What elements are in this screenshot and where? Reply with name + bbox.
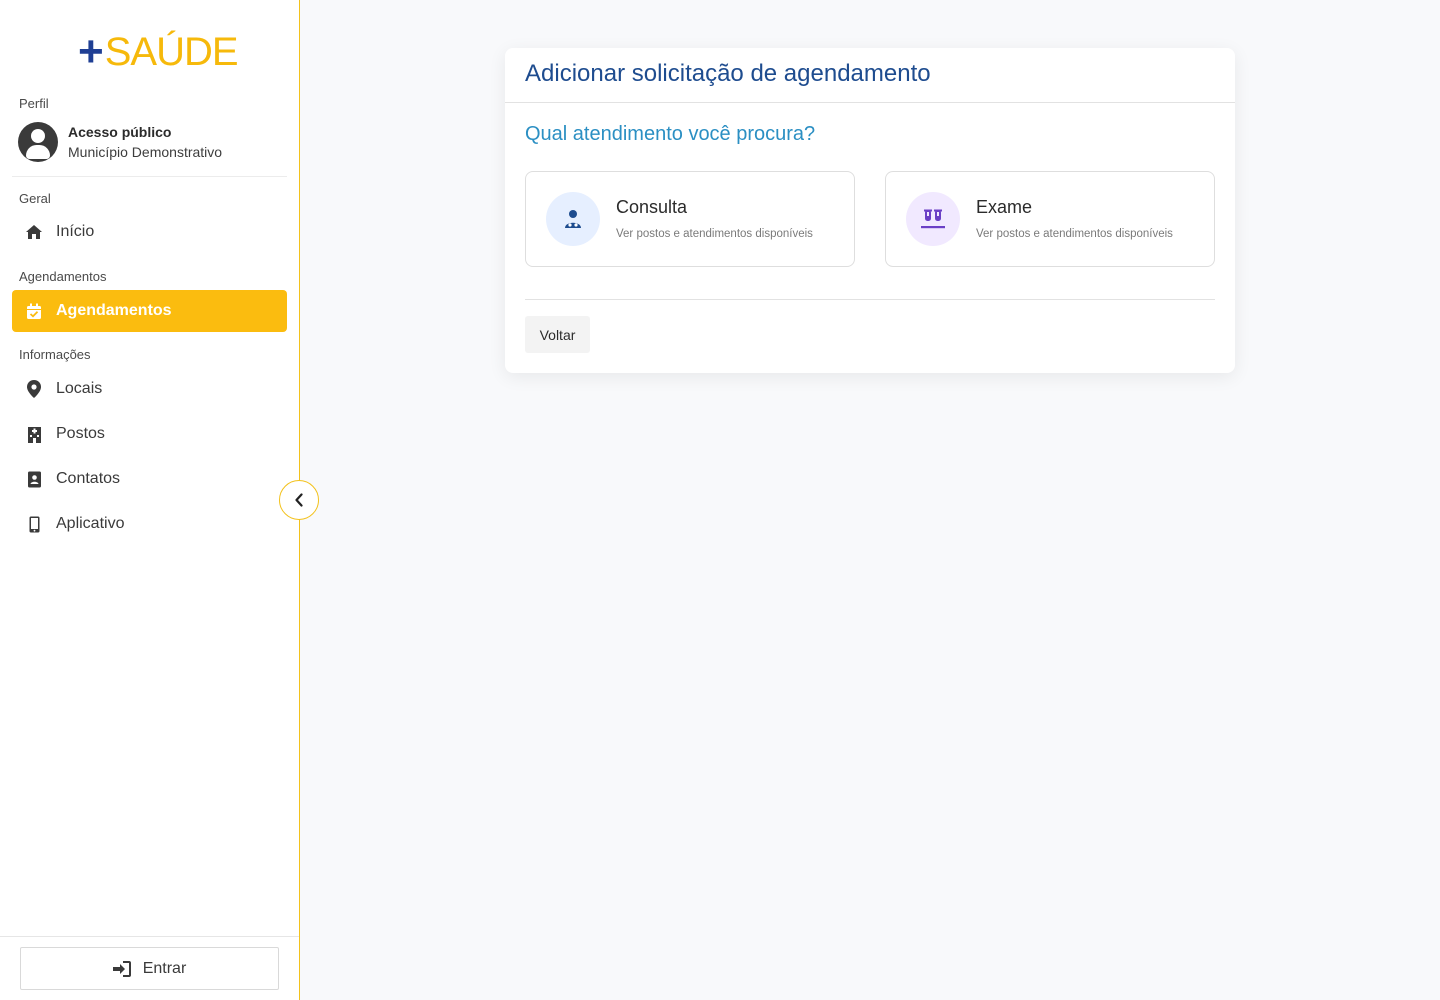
sidebar-item-label: Agendamentos bbox=[56, 302, 172, 319]
mobile-phone-icon bbox=[25, 515, 43, 533]
home-icon bbox=[25, 223, 43, 241]
schedule-request-card: Adicionar solicitação de agendamento Qua… bbox=[505, 48, 1235, 373]
sidebar-item-label: Contatos bbox=[56, 470, 121, 487]
sidebar-item-agendamentos[interactable]: Agendamentos bbox=[12, 290, 287, 332]
profile-name: Acesso público bbox=[68, 124, 172, 140]
sidebar: + SAÚDE Perfil Acesso público Município … bbox=[0, 0, 300, 1000]
back-button[interactable]: Voltar bbox=[525, 316, 590, 353]
collapse-sidebar-button[interactable] bbox=[279, 480, 319, 520]
sidebar-item-locais[interactable]: Locais bbox=[12, 368, 287, 410]
sidebar-item-contatos[interactable]: Contatos bbox=[12, 458, 287, 500]
title-divider bbox=[505, 102, 1235, 103]
sidebar-item-label: Postos bbox=[56, 425, 105, 442]
sidebar-footer-divider bbox=[0, 936, 299, 937]
hospital-building-icon bbox=[25, 425, 43, 443]
section-label-informacoes: Informações bbox=[19, 347, 91, 362]
chevron-left-icon bbox=[294, 493, 304, 507]
logo-text: SAÚDE bbox=[104, 30, 239, 74]
app-logo[interactable]: + SAÚDE bbox=[78, 26, 239, 76]
login-label: Entrar bbox=[142, 959, 187, 977]
footer-divider bbox=[525, 299, 1215, 300]
question-heading: Qual atendimento você procura? bbox=[525, 123, 816, 145]
calendar-check-icon bbox=[25, 302, 43, 320]
doctor-icon bbox=[564, 209, 582, 229]
avatar bbox=[18, 122, 58, 162]
sidebar-item-postos[interactable]: Postos bbox=[12, 413, 287, 455]
option-subtitle: Ver postos e atendimentos disponíveis bbox=[976, 228, 1173, 240]
page-title: Adicionar solicitação de agendamento bbox=[525, 60, 931, 87]
sidebar-item-aplicativo[interactable]: Aplicativo bbox=[12, 503, 287, 545]
logo-plus: + bbox=[78, 27, 104, 76]
option-title: Exame bbox=[976, 197, 1033, 217]
option-consulta[interactable]: Consulta Ver postos e atendimentos dispo… bbox=[525, 171, 855, 267]
sidebar-item-label: Aplicativo bbox=[56, 515, 125, 532]
sign-in-icon bbox=[112, 960, 131, 977]
login-button[interactable]: Entrar bbox=[20, 947, 279, 990]
sidebar-item-label: Início bbox=[56, 223, 95, 240]
profile-section-label: Perfil bbox=[19, 96, 49, 111]
profile-divider bbox=[12, 176, 287, 177]
option-icon-circle bbox=[906, 192, 960, 246]
option-icon-circle bbox=[546, 192, 600, 246]
option-subtitle: Ver postos e atendimentos disponíveis bbox=[616, 228, 813, 240]
section-label-geral: Geral bbox=[19, 191, 51, 206]
map-marker-icon bbox=[25, 380, 43, 398]
sidebar-item-label: Locais bbox=[56, 380, 103, 397]
profile-city: Município Demonstrativo bbox=[68, 144, 223, 160]
option-exame[interactable]: Exame Ver postos e atendimentos disponív… bbox=[885, 171, 1215, 267]
profile: Acesso público Município Demonstrativo bbox=[18, 122, 222, 162]
sidebar-item-inicio[interactable]: Início bbox=[12, 211, 287, 253]
address-book-icon bbox=[25, 470, 43, 488]
option-title: Consulta bbox=[616, 197, 688, 217]
section-label-agendamentos: Agendamentos bbox=[19, 269, 107, 284]
test-tubes-icon bbox=[921, 209, 945, 229]
